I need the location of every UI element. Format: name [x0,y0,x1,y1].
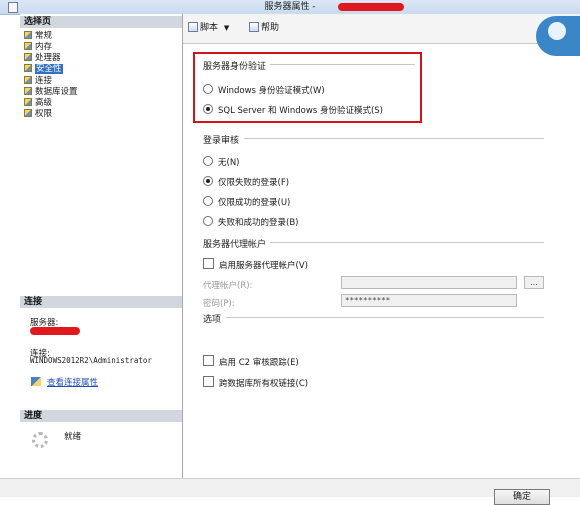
password-field[interactable]: ********** [341,294,517,307]
audit-success-radio[interactable]: 仅限成功的登录(U) [203,196,290,209]
page-icon [24,42,32,50]
options-group-divider [226,317,544,318]
window-title: 服务器属性 - [264,2,316,12]
audit-failed-label: 仅限失败的登录(F) [218,178,290,188]
script-label: 脚本 [200,23,219,33]
audit-failed-radio[interactable]: 仅限失败的登录(F) [203,176,289,189]
cross-db-label: 跨数据库所有权链接(C) [219,379,309,389]
help-button[interactable]: 帮助 [249,22,279,34]
proxy-account-label: 代理帐户(R): [203,281,253,291]
audit-group-divider [244,138,544,139]
options-group-title: 选项 [203,315,222,325]
sidebar-item-label: 安全性 [35,64,63,74]
sidebar-item-label: 高级 [35,98,53,108]
page-icon [24,64,32,72]
connection-header: 连接 [20,296,182,308]
page-icon [24,53,32,61]
audit-none-radio[interactable]: 无(N) [203,156,240,169]
view-connection-properties-label: 查看连接属性 [47,378,99,388]
proxy-enable-checkbox[interactable]: 启用服务器代理帐户(V) [203,258,308,272]
audit-success-label: 仅限成功的登录(U) [218,198,291,208]
browse-button[interactable]: ... [524,276,544,289]
checkbox-indicator [203,355,214,366]
page-icon [24,76,32,84]
page-icon [24,87,32,95]
script-button[interactable]: 脚本 ▼ [188,22,229,34]
help-icon [249,22,259,32]
sidebar-item-general[interactable]: 常规 [24,31,52,42]
progress-status: 就绪 [64,432,82,442]
progress-header: 进度 [20,410,182,422]
page-icon [24,109,32,117]
proxy-group-divider [270,242,544,243]
c2-audit-checkbox[interactable]: 启用 C2 审核跟踪(E) [203,355,299,369]
connection-properties-icon [31,377,41,386]
title-redaction [338,3,404,11]
proxy-account-field[interactable] [341,276,517,289]
audit-both-radio[interactable]: 失败和成功的登录(B) [203,216,298,229]
audit-both-label: 失败和成功的登录(B) [218,218,299,228]
server-name-redaction [30,327,80,335]
ok-button[interactable]: 确定 [494,489,550,505]
password-label: 密码(P): [203,299,235,309]
sidebar-item-memory[interactable]: 内存 [24,42,52,53]
left-pane: 选择页 常规 内存 处理器 安全性 连接 数据库设置 高级 权限 连接 进度 [20,14,183,496]
script-icon [188,22,198,32]
dialog-footer [0,478,580,497]
proxy-group-title: 服务器代理帐户 [203,240,267,250]
sidebar-item-connections[interactable]: 连接 [24,76,52,87]
sidebar-item-processor[interactable]: 处理器 [24,53,61,64]
radio-indicator [203,196,213,206]
highlight-box [193,52,422,123]
sidebar-item-label: 常规 [35,31,53,41]
radio-indicator [203,176,213,186]
chevron-down-icon: ▼ [223,24,230,32]
audit-none-label: 无(N) [218,158,240,168]
logo-mark-icon [548,22,566,40]
checkbox-indicator [203,376,214,387]
radio-indicator [203,216,213,226]
proxy-enable-label: 启用服务器代理帐户(V) [219,261,308,271]
sidebar-item-label: 连接 [35,76,53,86]
sidebar-item-permissions[interactable]: 权限 [24,109,52,120]
radio-indicator [203,156,213,166]
sidebar-item-database-settings[interactable]: 数据库设置 [24,87,78,98]
page-icon [24,98,32,106]
view-connection-properties-link[interactable]: 查看连接属性 [31,376,98,388]
sidebar-item-label: 权限 [35,109,53,119]
sidebar-item-advanced[interactable]: 高级 [24,98,52,109]
toolbar: 脚本 ▼ 帮助 [183,14,580,44]
audit-group-title: 登录审核 [203,136,240,146]
checkbox-indicator [203,258,214,269]
sidebar-item-label: 处理器 [35,53,61,63]
connection-value: WINDOWS2012R2\Administrator [30,356,152,365]
progress-spinner-icon [32,432,48,448]
cross-db-checkbox[interactable]: 跨数据库所有权链接(C) [203,376,308,390]
sidebar-item-security[interactable]: 安全性 [24,64,63,75]
page-icon [24,31,32,39]
pages-header: 选择页 [20,16,182,28]
sidebar-item-label: 内存 [35,42,53,52]
sidebar-item-label: 数据库设置 [35,87,78,97]
c2-audit-label: 启用 C2 审核跟踪(E) [219,358,299,368]
help-label: 帮助 [261,23,280,33]
